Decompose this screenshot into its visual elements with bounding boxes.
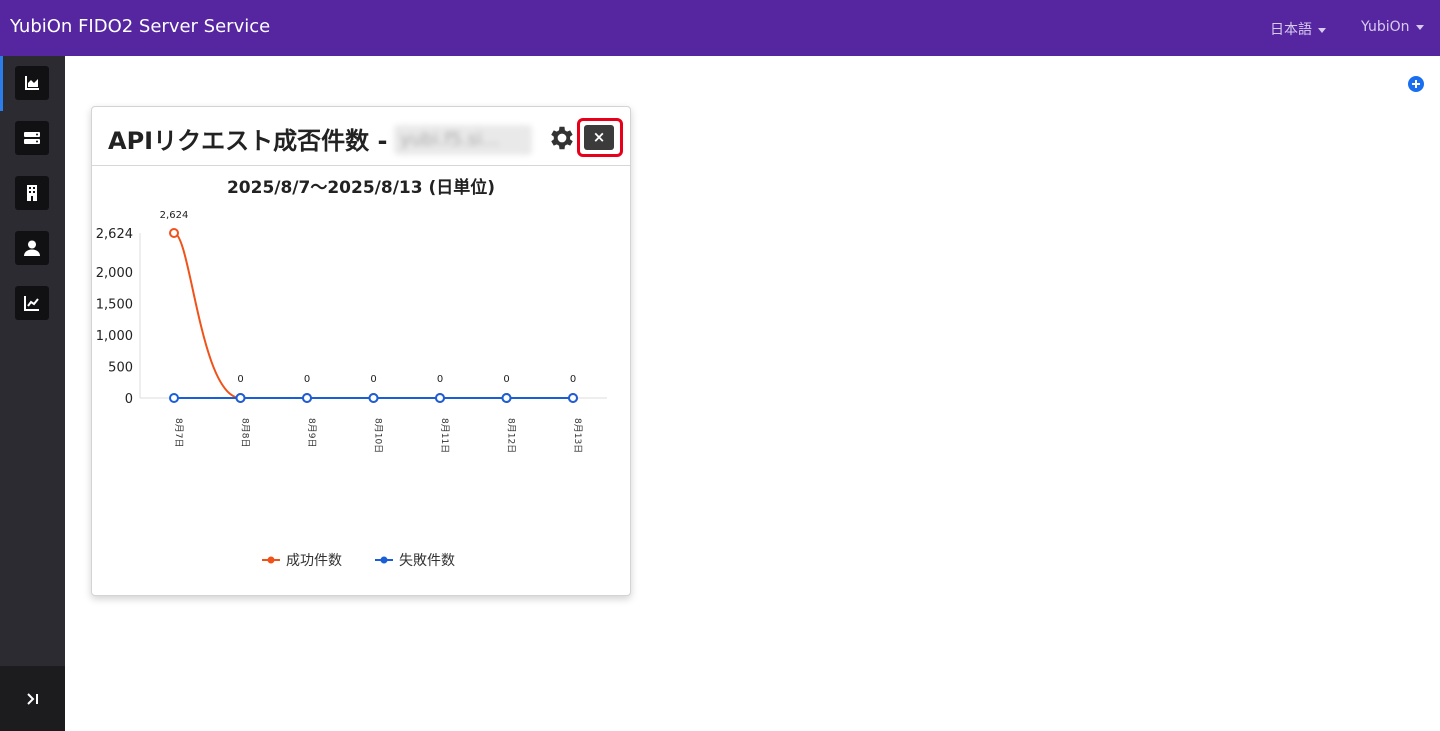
language-dropdown[interactable]: 日本語: [1270, 19, 1326, 39]
x-tick-label: 8月10日: [373, 418, 384, 453]
sidebar-item-servers[interactable]: [15, 121, 49, 155]
failure-data-point: [501, 393, 512, 403]
sidebar-item-dashboard[interactable]: [15, 66, 49, 100]
legend-item-label: 失敗件数: [399, 553, 455, 569]
building-icon: [27, 185, 37, 201]
failure-data-point: [302, 393, 312, 403]
sidebar-toggle-button[interactable]: [0, 666, 65, 731]
caret-down-icon: [1415, 24, 1424, 30]
x-tick-label: 8月7日: [173, 418, 184, 447]
success-data-label: 0: [570, 374, 576, 385]
legend-marker-icon: [380, 556, 388, 564]
line-chart: 0 500 1,000 1,500 2,000 2,624 8月7日 8月8日 8月9日 8月10…: [96, 210, 607, 569]
language-label: 日本語: [1270, 22, 1312, 38]
user-label: YubiOn: [1361, 19, 1410, 35]
widget-header: APIリクエスト成否件数 - yubi.f5.si... ×: [92, 107, 630, 166]
expand-sidebar-icon: [27, 693, 38, 705]
sidebar: [0, 56, 65, 731]
y-tick-label: 1,500: [96, 298, 133, 313]
sidebar-item-organizations[interactable]: [15, 176, 49, 210]
x-tick-label: 8月9日: [306, 418, 317, 447]
chart-title: 2025/8/7〜2025/8/13 (日単位): [226, 178, 496, 198]
sidebar-active-indicator: [0, 56, 3, 111]
top-navbar: YubiOn FIDO2 Server Service 日本語 YubiOn: [0, 0, 1440, 56]
success-data-label: 2,624: [160, 210, 189, 221]
sidebar-item-users[interactable]: [15, 231, 49, 265]
x-tick-label: 8月8日: [240, 418, 251, 447]
area-chart-icon: [25, 76, 39, 90]
legend-marker-icon: [267, 556, 275, 564]
caret-down-icon: [1318, 27, 1326, 33]
failure-data-point: [235, 393, 246, 403]
gear-icon[interactable]: [547, 123, 577, 153]
y-tick-label: 500: [108, 361, 133, 376]
y-tick-label: 2,624: [96, 227, 133, 242]
server-icon: [24, 132, 40, 144]
success-data-label: 0: [304, 374, 310, 385]
success-data-point: [169, 228, 179, 238]
y-tick-label: 2,000: [96, 266, 133, 281]
sidebar-item-statistics[interactable]: [15, 286, 49, 320]
widget-title: APIリクエスト成否件数 -: [108, 127, 388, 155]
y-tick-label: 1,000: [96, 329, 133, 344]
failure-data-point: [435, 393, 445, 403]
user-icon: [24, 240, 40, 256]
brand-title[interactable]: YubiOn FIDO2 Server Service: [10, 16, 270, 37]
success-data-label: 0: [437, 374, 443, 385]
failure-data-point: [368, 393, 379, 403]
api-request-widget: APIリクエスト成否件数 - yubi.f5.si... × 2025/8/7〜…: [91, 106, 631, 596]
failure-data-point: [169, 393, 179, 403]
blurred-server-name: yubi.f5.si...: [394, 125, 532, 155]
user-dropdown[interactable]: YubiOn: [1361, 19, 1424, 35]
success-data-label: 0: [503, 374, 509, 385]
add-widget-button[interactable]: [1408, 76, 1424, 92]
failure-data-point: [568, 393, 578, 403]
y-tick-label: 0: [125, 392, 133, 407]
x-tick-label: 8月12日: [506, 418, 517, 453]
x-tick-label: 8月13日: [572, 418, 583, 453]
legend-item-label: 成功件数: [286, 553, 342, 569]
success-data-label: 0: [237, 374, 243, 385]
success-data-label: 0: [370, 374, 376, 385]
close-widget-button[interactable]: ×: [584, 125, 614, 150]
line-chart-icon: [24, 296, 39, 311]
x-tick-label: 8月11日: [439, 418, 450, 453]
